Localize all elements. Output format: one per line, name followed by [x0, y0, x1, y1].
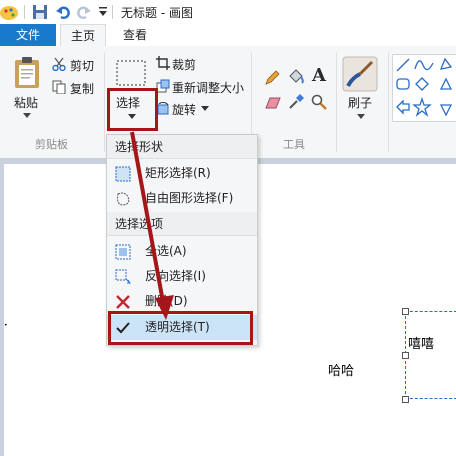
annotation-arrow-icon [130, 131, 174, 320]
